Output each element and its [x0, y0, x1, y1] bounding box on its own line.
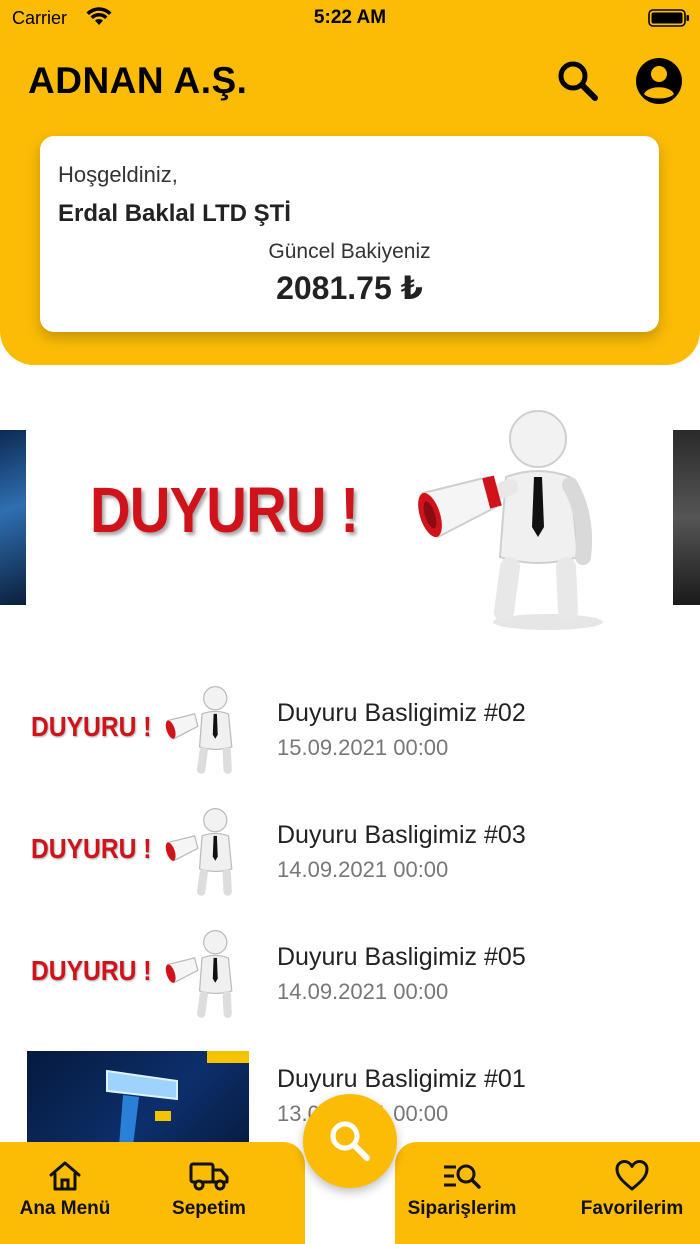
status-bar: Carrier 5:22 AM	[0, 0, 700, 36]
thumbnail-text: DUYURU !	[31, 711, 152, 742]
thumbnail-text: DUYURU !	[31, 833, 152, 864]
megaphone-man-illustration	[165, 930, 233, 1018]
app-title: ADNAN A.Ş.	[28, 60, 248, 101]
announcement-thumbnail: DUYURU !	[27, 807, 249, 902]
company-name: Erdal Baklal LTD ŞTİ	[58, 200, 291, 227]
carousel-current-slide[interactable]: DUYURU !	[58, 395, 638, 640]
home-icon	[49, 1161, 81, 1191]
balance-value: 2081.75 ₺	[276, 270, 423, 306]
account-circle-icon[interactable]	[634, 56, 684, 106]
announcement-title: Duyuru Basligimiz #01	[277, 1065, 526, 1093]
announcement-thumbnail: DUYURU !	[27, 685, 249, 780]
order-search-icon	[444, 1164, 481, 1189]
status-time: 5:22 AM	[313, 7, 387, 28]
list-item[interactable]: DUYURU ! Duyuru Basligimiz #03 14.09.202…	[0, 787, 700, 902]
welcome-card: Hoşgeldiniz, Erdal Baklal LTD ŞTİ Güncel…	[40, 136, 659, 332]
megaphone-man-illustration	[165, 686, 233, 774]
nav-item-home[interactable]: Ana Menü	[0, 1152, 130, 1232]
balance-label: Güncel Bakiyeniz	[268, 240, 431, 263]
carousel-next-slide[interactable]	[673, 430, 700, 605]
welcome-greeting: Hoşgeldiniz,	[58, 162, 178, 187]
nav-item-favorites[interactable]: Favorilerim	[567, 1152, 697, 1232]
nav-item-cart[interactable]: Sepetim	[144, 1152, 274, 1232]
announcement-title: Duyuru Basligimiz #02	[277, 699, 526, 727]
megaphone-man-illustration	[418, 410, 603, 630]
nav-label-orders: Siparişlerim	[407, 1198, 517, 1219]
nav-label-cart: Sepetim	[172, 1198, 246, 1219]
announcement-thumbnail: DUYURU !	[27, 929, 249, 1024]
app-screen: ADNAN A.Ş. Hoşgeldiniz, Erdal Baklal LTD…	[0, 0, 700, 1244]
announcement-date: 15.09.2021 00:00	[277, 735, 449, 760]
announcement-date: 14.09.2021 00:00	[277, 857, 449, 882]
truck-icon	[189, 1162, 229, 1191]
list-item[interactable]: DUYURU ! Duyuru Basligimiz #02 15.09.202…	[0, 665, 700, 780]
megaphone-man-illustration	[165, 808, 233, 896]
header: ADNAN A.Ş. Hoşgeldiniz, Erdal Baklal LTD…	[0, 0, 700, 365]
heart-icon	[615, 1160, 649, 1191]
search-icon[interactable]	[553, 56, 601, 104]
announcement-carousel[interactable]: DUYURU !	[0, 395, 700, 640]
carousel-prev-slide[interactable]	[0, 430, 26, 605]
nav-item-orders[interactable]: Siparişlerim	[397, 1152, 527, 1232]
nav-label-home: Ana Menü	[19, 1198, 111, 1219]
thumbnail-text: DUYURU !	[31, 955, 152, 986]
product-ad-thumbnail	[27, 1051, 249, 1146]
announcement-title: Duyuru Basligimiz #05	[277, 943, 526, 971]
fab-search-button[interactable]	[303, 1094, 397, 1188]
slide-announcement-text: DUYURU !	[90, 474, 359, 546]
nav-label-favorites: Favorilerim	[580, 1198, 684, 1219]
razor-product-image	[106, 1051, 249, 1146]
search-icon	[330, 1121, 370, 1161]
announcement-date: 14.09.2021 00:00	[277, 979, 449, 1004]
list-item[interactable]: DUYURU ! Duyuru Basligimiz #05 14.09.202…	[0, 909, 700, 1024]
announcement-title: Duyuru Basligimiz #03	[277, 821, 526, 849]
battery-icon	[648, 9, 689, 27]
